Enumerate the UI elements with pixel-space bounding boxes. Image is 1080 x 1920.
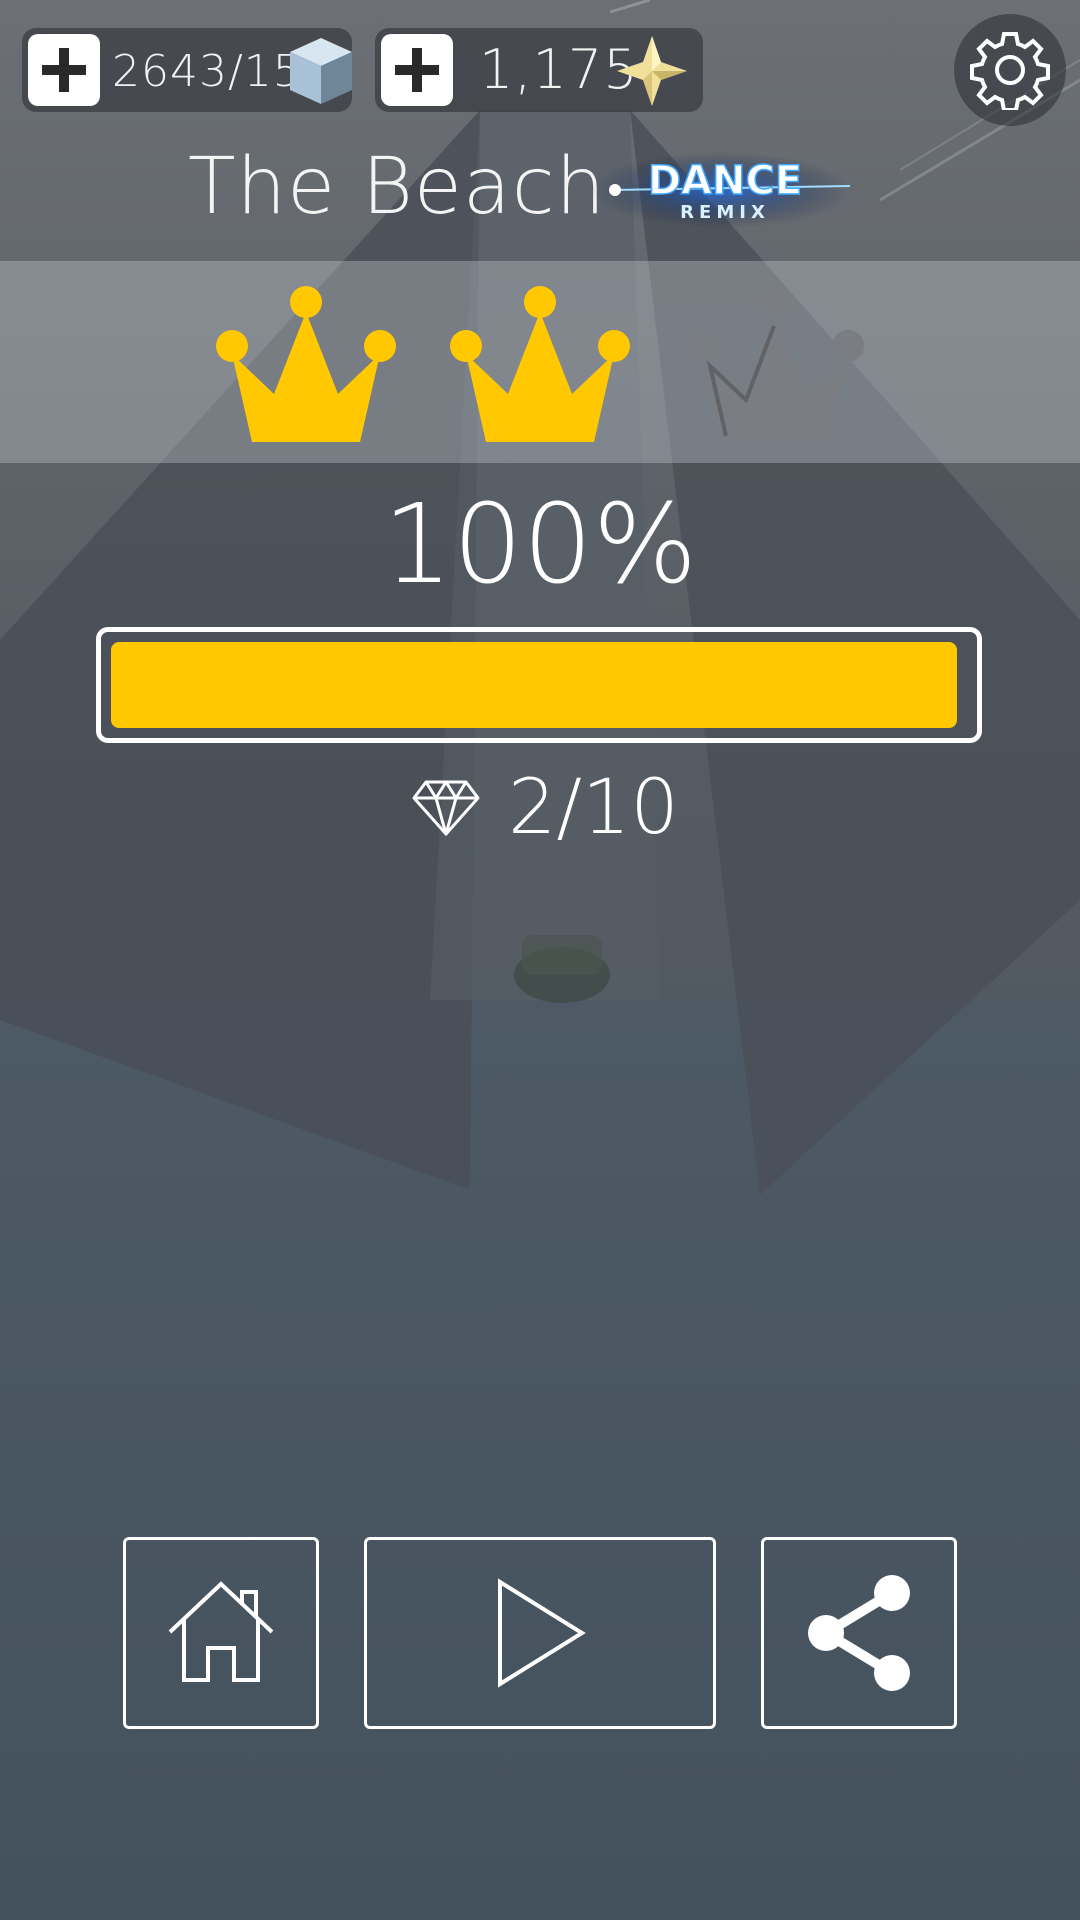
- cube-currency-pill: 2643/15: [22, 28, 352, 112]
- progress-bar-fill: [111, 642, 957, 728]
- gear-icon: [970, 32, 1050, 110]
- settings-button[interactable]: [954, 14, 1066, 126]
- cube-icon: [290, 38, 352, 104]
- play-icon: [498, 1578, 586, 1688]
- badge-dance-text: DANCE: [648, 158, 802, 204]
- replay-play-button[interactable]: [364, 1537, 716, 1729]
- crown-empty-icon: [684, 286, 864, 442]
- star-icon: [617, 36, 687, 106]
- cube-count: 2643/15: [112, 46, 302, 97]
- crown-earned-icon: [216, 286, 396, 442]
- star-currency-pill: 1,175: [375, 28, 703, 112]
- level-title: The Beach: [188, 142, 607, 232]
- gem-counter: 2/10: [0, 760, 1080, 860]
- progress-percent-label: 100%: [382, 480, 698, 608]
- crown-earned-icon: [450, 286, 630, 442]
- progress-bar: [96, 627, 982, 743]
- add-cubes-button[interactable]: [28, 34, 100, 106]
- dance-remix-badge: DANCE REMIX: [590, 150, 860, 230]
- home-icon: [168, 1581, 274, 1682]
- home-button[interactable]: [123, 1537, 319, 1729]
- diamond-icon: [412, 780, 480, 836]
- gem-count: 2/10: [508, 762, 679, 851]
- badge-remix-text: REMIX: [680, 202, 770, 223]
- share-button[interactable]: [761, 1537, 957, 1729]
- share-icon: [808, 1575, 910, 1691]
- add-stars-button[interactable]: [381, 34, 453, 106]
